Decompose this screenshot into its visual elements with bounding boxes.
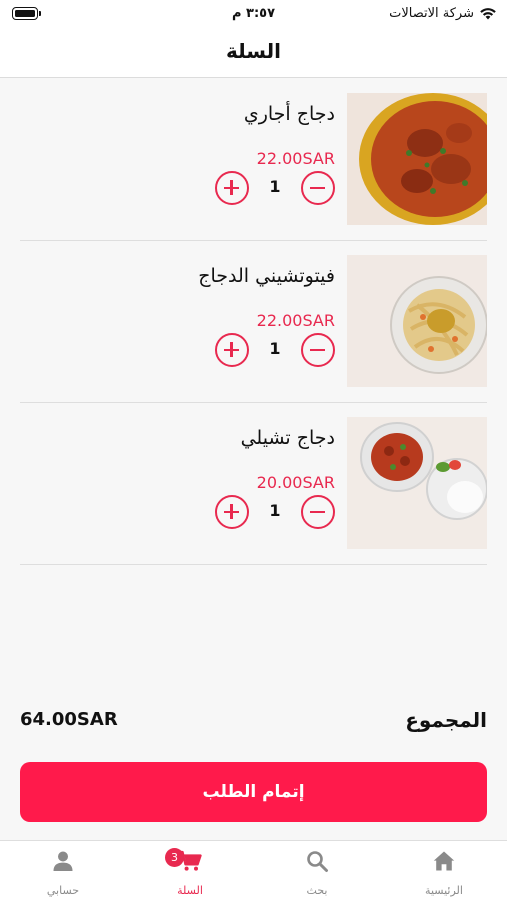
tab-home[interactable]: الرئيسية [381,841,507,900]
plus-icon-stroke [230,342,233,357]
quantity-stepper: 1 [215,495,335,529]
quantity-stepper: 1 [215,171,335,205]
tab-label: حسابي [46,884,80,897]
carrier-name: شركة الاتصالات [389,6,474,21]
person-icon [53,851,73,871]
item-price: 22.00SAR [256,149,335,168]
tab-label: السلة [177,884,203,897]
quantity-value: 1 [269,177,281,196]
home-icon [433,851,455,871]
increase-quantity-button[interactable] [215,495,249,529]
carrier-info: شركة الاتصالات [389,6,497,21]
search-icon [307,851,328,872]
minus-icon [310,348,325,351]
cart-count-badge: 3 [165,848,184,867]
item-price: 20.00SAR [256,473,335,492]
chicken-fettuccine-image [347,255,487,387]
cart-item: دجاج تشيلي 20.00SAR 1 [20,403,487,565]
quantity-value: 1 [269,501,281,520]
increase-quantity-button[interactable] [215,333,249,367]
quantity-value: 1 [269,339,281,358]
decrease-quantity-button[interactable] [301,171,335,205]
total-value: 64.00SAR [20,709,118,730]
tab-search[interactable]: بحث [254,841,380,900]
minus-icon [310,186,325,189]
tab-label: الرئيسية [425,884,463,897]
status-bar: ٣:٥٧ م شركة الاتصالات [0,0,507,30]
tab-account[interactable]: حسابي [0,841,126,900]
minus-icon [310,510,325,513]
quantity-stepper: 1 [215,333,335,367]
cart-item: فيتوتشيني الدجاج 22.00SAR 1 [20,241,487,403]
tab-label: بحث [306,884,328,897]
item-name: فيتوتشيني الدجاج [198,265,335,287]
tab-cart[interactable]: 3 السلة [127,841,253,900]
tab-bar: الرئيسية بحث 3 السلة حسابي [0,840,507,900]
wifi-icon [480,8,496,20]
decrease-quantity-button[interactable] [301,495,335,529]
item-name: دجاج أجاري [243,103,335,125]
cart-item: دجاج أجاري 22.00SAR 1 [20,79,487,241]
total-label: المجموع [405,708,487,732]
chili-chicken-image [347,417,487,549]
header: السلة [0,30,507,78]
item-name: دجاج تشيلي [240,427,335,449]
increase-quantity-button[interactable] [215,171,249,205]
page-title: السلة [225,39,281,63]
plus-icon-stroke [230,180,233,195]
decrease-quantity-button[interactable] [301,333,335,367]
item-price: 22.00SAR [256,311,335,330]
plus-icon-stroke [230,504,233,519]
checkout-button[interactable]: إتمام الطلب [20,762,487,822]
chicken-curry-image [347,93,487,225]
